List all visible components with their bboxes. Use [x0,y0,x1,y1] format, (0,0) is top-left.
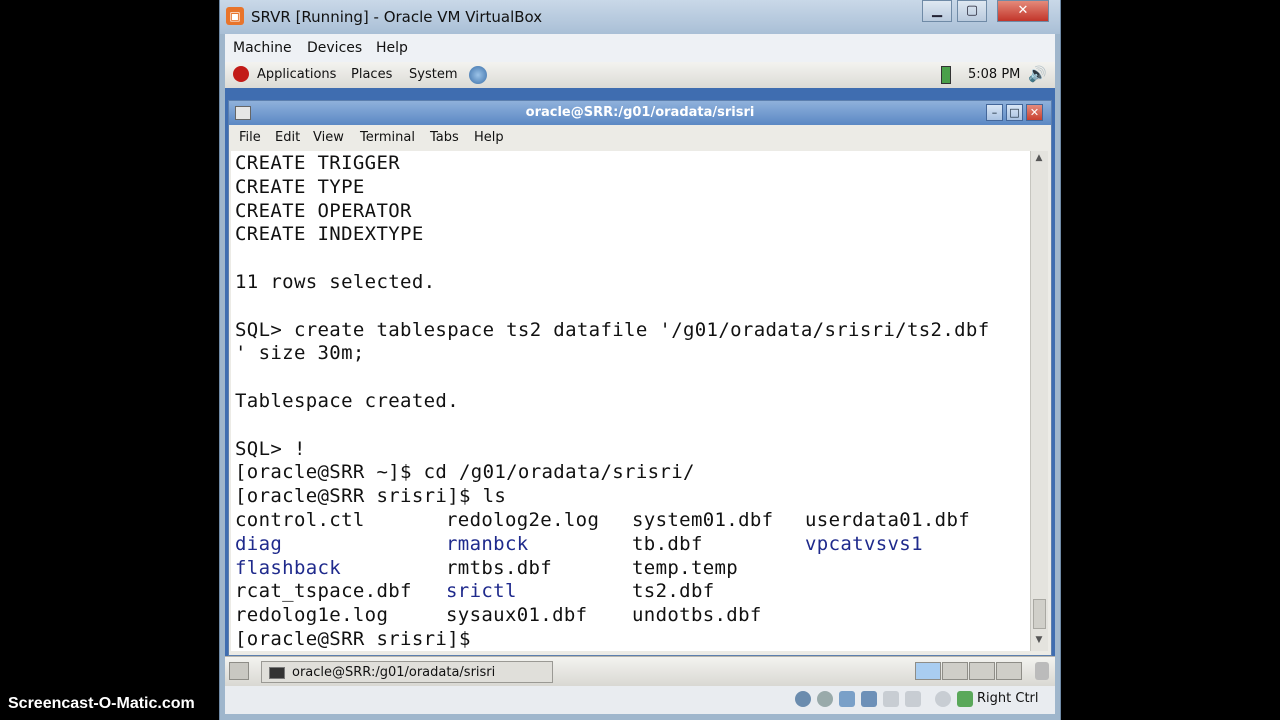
terminal-menu-view[interactable]: View [313,130,344,145]
ls-file-entry: temp.temp [632,556,739,579]
terminal-line: SQL> create tablespace ts2 datafile '/g0… [235,318,990,341]
ls-directory-entry: rmanbck [446,532,529,555]
menu-machine[interactable]: Machine [233,40,292,56]
ls-file-entry: redolog1e.log [235,604,389,627]
panel-clock[interactable]: 5:08 PM [968,67,1020,82]
usb-icon[interactable] [839,691,855,707]
network-icon[interactable] [469,66,487,84]
ls-directory-entry: diag [235,532,283,555]
workspace-3[interactable] [969,662,995,680]
workspace-4[interactable] [996,662,1022,680]
terminal-line: [oracle@SRR srisri]$ ls [235,485,507,508]
terminal-line: CREATE TRIGGER [235,152,401,174]
terminal-task-icon [269,667,285,679]
terminal-line: CREATE TYPE [235,175,365,198]
host-key-label: Right Ctrl [977,691,1039,706]
terminal-close-button[interactable]: ✕ [1026,104,1043,121]
ls-file-entry: userdata01.dbf [805,509,971,531]
terminal-line: 11 rows selected. [235,271,436,293]
terminal-menu-tabs[interactable]: Tabs [430,130,459,145]
workspace-1[interactable] [915,662,941,680]
maximize-button[interactable]: ▢ [957,0,987,22]
terminal-line: Tablespace created. [235,390,459,412]
terminal-line: [oracle@SRR ~]$ cd /g01/oradata/srisri/ [235,461,695,484]
virtualbox-statusbar: Right Ctrl [225,686,1055,714]
menu-devices[interactable]: Devices [307,40,362,56]
terminal-maximize-button[interactable]: □ [1006,104,1023,121]
ls-file-entry: control.ctl [235,509,365,531]
shared-folders-icon[interactable] [883,691,899,707]
ls-file-entry: rmtbs.dbf [446,556,553,579]
menu-help[interactable]: Help [376,40,408,56]
ls-file-entry: redolog2e.log [446,509,600,531]
ls-directory-entry: vpcatvsvs1 [805,532,923,555]
terminal-menu-file[interactable]: File [239,130,261,145]
terminal-title: oracle@SRR:/g01/oradata/srisri [525,105,755,120]
terminal-titlebar: oracle@SRR:/g01/oradata/srisri – □ ✕ [229,101,1051,125]
scroll-up-arrow-icon[interactable]: ▲ [1033,153,1045,165]
ls-file-entry: system01.dbf [632,509,774,531]
redhat-icon [233,66,249,82]
guest-desktop: oracle@SRR:/g01/oradata/srisri – □ ✕ Fil… [225,88,1055,656]
terminal-line: SQL> ! [235,437,306,460]
virtualbox-window: ▣ SRVR [Running] - Oracle VM VirtualBox … [219,0,1061,720]
host-key-icon [957,691,973,707]
workspace-2[interactable] [942,662,968,680]
volume-icon[interactable]: 🔊 [1028,65,1047,83]
virtualbox-app-icon: ▣ [226,7,244,25]
close-button[interactable]: ✕ [997,0,1049,22]
terminal-line: CREATE OPERATOR [235,199,412,222]
ls-file-entry: rcat_tspace.dbf [235,580,412,603]
virtualbox-menubar: Machine Devices Help [225,34,1055,62]
show-desktop-icon[interactable] [229,662,249,680]
terminal-line: ' size 30m; [235,342,365,365]
taskbar-terminal-label: oracle@SRR:/g01/oradata/srisri [292,665,496,680]
minimize-button[interactable]: ▁ [922,0,952,22]
ls-directory-entry: flashback [235,556,342,579]
shell-prompt[interactable]: [oracle@SRR srisri]$ [235,628,483,650]
ls-file-entry: sysaux01.dbf [446,604,588,627]
guest-top-panel: Applications Places System 5:08 PM 🔊 [225,62,1055,89]
virtualbox-titlebar: ▣ SRVR [Running] - Oracle VM VirtualBox … [220,0,1060,34]
ls-file-entry: undotbs.dbf [632,604,762,627]
terminal-menu-help[interactable]: Help [474,130,504,145]
terminal-menubar: File Edit View Terminal Tabs Help [229,125,1051,150]
scrollbar-thumb[interactable] [1033,599,1046,629]
network-adapter-icon[interactable] [861,691,877,707]
watermark: Screencast-O-Matic.com [8,695,195,712]
battery-icon [941,66,951,84]
trash-icon[interactable] [1035,662,1049,680]
harddisk-icon[interactable] [795,691,811,707]
terminal-output[interactable]: CREATE TRIGGER CREATE TYPE CREATE OPERATOR… [231,151,1030,651]
terminal-minimize-button[interactable]: – [986,104,1003,121]
scroll-down-arrow-icon[interactable]: ▼ [1033,635,1045,647]
ls-file-entry: tb.dbf [632,532,703,555]
terminal-scrollbar[interactable]: ▲ ▼ [1030,151,1048,651]
taskbar-terminal-button[interactable]: oracle@SRR:/g01/oradata/srisri [261,661,553,683]
mouse-integration-icon[interactable] [935,691,951,707]
panel-places[interactable]: Places [351,67,392,82]
display-icon[interactable] [905,691,921,707]
terminal-menu-edit[interactable]: Edit [275,130,300,145]
terminal-window: oracle@SRR:/g01/oradata/srisri – □ ✕ Fil… [228,100,1052,656]
guest-bottom-panel: oracle@SRR:/g01/oradata/srisri [225,656,1055,687]
panel-system[interactable]: System [409,67,457,82]
terminal-line: CREATE INDEXTYPE [235,223,424,246]
ls-file-entry: ts2.dbf [632,580,715,603]
panel-applications[interactable]: Applications [257,67,336,82]
cdrom-icon[interactable] [817,691,833,707]
virtualbox-title: SRVR [Running] - Oracle VM VirtualBox [251,8,543,26]
terminal-menu-terminal[interactable]: Terminal [360,130,415,145]
ls-directory-entry: srictl [446,580,517,603]
